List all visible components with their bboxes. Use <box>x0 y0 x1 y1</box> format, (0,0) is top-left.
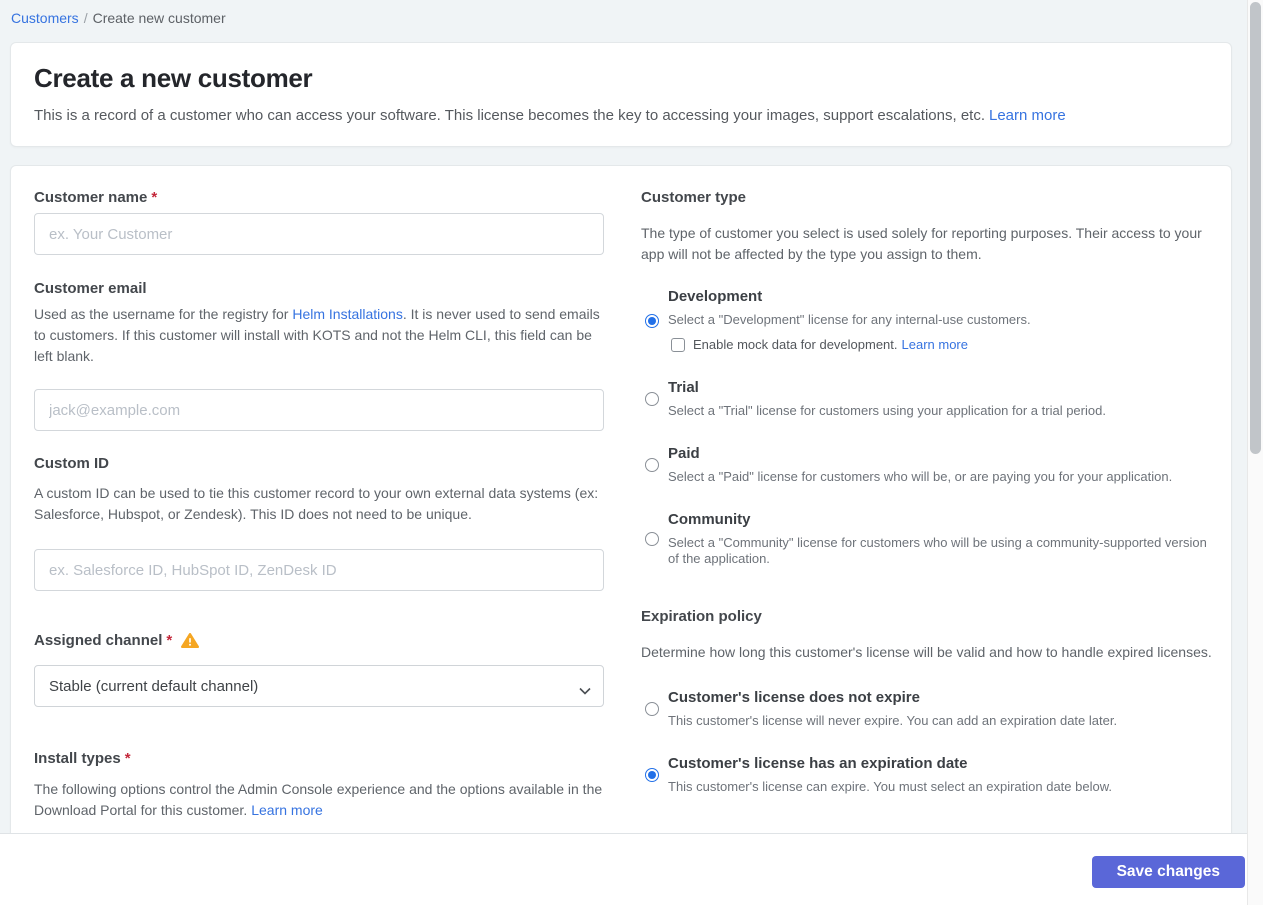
mock-data-checkbox[interactable] <box>671 337 685 352</box>
development-option-title: Development <box>668 288 763 305</box>
expiration-option-has-date: Customer's license has an expiration dat… <box>641 756 1215 795</box>
trial-option-title: Trial <box>668 379 699 396</box>
has-date-option-body: Customer's license has an expiration dat… <box>668 756 1112 795</box>
paid-option-description: Select a "Paid" license for customers wh… <box>668 469 1173 484</box>
customer-type-option-community: Community Select a "Community" license f… <box>641 512 1215 567</box>
customer-type-description: The type of customer you select is used … <box>641 225 1202 262</box>
save-changes-button[interactable]: Save changes <box>1091 856 1245 888</box>
license-no-expire-radio[interactable] <box>645 702 659 716</box>
page-scrollbar[interactable] <box>1247 0 1263 905</box>
has-date-option-description: This customer's license can expire. You … <box>668 779 1112 794</box>
expiration-policy-description: Determine how long this customer's licen… <box>641 644 1212 660</box>
customer-name-label-text: Customer name <box>34 189 148 206</box>
breadcrumb: Customers / Create new customer <box>0 0 1263 42</box>
no-expire-option-body: Customer's license does not expire This … <box>668 690 1117 729</box>
customer-type-option-trial: Trial Select a "Trial" license for custo… <box>641 380 1215 419</box>
breadcrumb-customers-link[interactable]: Customers <box>11 10 79 26</box>
page-title: Create a new customer <box>34 63 313 93</box>
community-radio[interactable] <box>645 532 659 546</box>
customer-email-label-text: Customer email <box>34 280 147 297</box>
development-option-description: Select a "Development" license for any i… <box>668 312 1031 327</box>
page-description: This is a record of a customer who can a… <box>34 107 1208 124</box>
custom-id-description: A custom ID can be used to tie this cust… <box>34 485 599 522</box>
expiration-policy-heading: Expiration policy <box>641 608 762 625</box>
customer-email-input[interactable] <box>34 389 604 431</box>
customer-name-label: Customer name * <box>34 190 604 205</box>
customer-email-label: Customer email <box>34 281 604 296</box>
custom-id-label-text: Custom ID <box>34 455 109 472</box>
customer-type-option-development: Development Select a "Development" licen… <box>641 289 1215 352</box>
assigned-channel-select[interactable]: Stable (current default channel) <box>34 665 604 707</box>
install-types-description: The following options control the Admin … <box>34 779 604 821</box>
mock-data-checkbox-label: Enable mock data for development. Learn m… <box>693 337 968 352</box>
paid-option-title: Paid <box>668 445 700 462</box>
page-description-text: This is a record of a customer who can a… <box>34 107 985 124</box>
trial-option-description: Select a "Trial" license for customers u… <box>668 403 1106 418</box>
customer-name-input[interactable] <box>34 213 604 255</box>
mock-data-checkbox-row: Enable mock data for development. Learn m… <box>671 337 1031 352</box>
development-option-body: Development Select a "Development" licen… <box>668 289 1031 352</box>
form-left-column: Customer name* Customer email Used as th… <box>34 190 604 833</box>
customer-type-heading: Customer type <box>641 189 747 206</box>
breadcrumb-separator: / <box>83 10 88 26</box>
assigned-channel-label: Assigned channel * <box>34 632 604 649</box>
development-radio[interactable] <box>645 314 659 328</box>
customer-email-desc-before: Used as the username for the registry fo… <box>34 306 293 322</box>
required-asterisk: * <box>151 189 158 206</box>
license-expiration-date-radio[interactable] <box>645 768 659 782</box>
required-asterisk: * <box>124 750 131 767</box>
custom-id-label: Custom ID <box>34 456 604 471</box>
community-option-description: Select a "Community" license for custome… <box>668 535 1207 566</box>
expiration-option-no-expire: Customer's license does not expire This … <box>641 690 1215 729</box>
required-asterisk: * <box>166 632 173 649</box>
mock-data-learn-more-link[interactable]: Learn more <box>902 337 968 352</box>
customer-email-description: Used as the username for the registry fo… <box>34 304 604 367</box>
no-expire-option-description: This customer's license will never expir… <box>668 713 1118 728</box>
install-types-label-text: Install types <box>34 750 121 767</box>
form-right-column: Customer type The type of customer you s… <box>641 190 1215 833</box>
install-types-label: Install types * <box>34 751 604 766</box>
paid-option-body: Paid Select a "Paid" license for custome… <box>668 446 1172 485</box>
no-expire-option-title: Customer's license does not expire <box>668 689 920 706</box>
custom-id-input[interactable] <box>34 549 604 591</box>
page-header-card: Create a new customer This is a record o… <box>10 42 1232 147</box>
paid-radio[interactable] <box>645 458 659 472</box>
helm-installations-link[interactable]: Helm Installations <box>292 306 403 322</box>
install-types-learn-more-link[interactable]: Learn more <box>251 802 323 818</box>
mock-data-label-text: Enable mock data for development. <box>693 337 898 352</box>
community-option-title: Community <box>668 511 751 528</box>
community-option-body: Community Select a "Community" license f… <box>668 512 1215 567</box>
warning-icon <box>181 632 200 649</box>
trial-option-body: Trial Select a "Trial" license for custo… <box>668 380 1106 419</box>
scrollbar-thumb[interactable] <box>1250 2 1261 454</box>
has-date-option-title: Customer's license has an expiration dat… <box>668 755 968 772</box>
breadcrumb-current: Create new customer <box>92 10 226 26</box>
form-footer: Save changes <box>0 833 1247 905</box>
customer-form-card: Customer name* Customer email Used as th… <box>10 165 1232 833</box>
header-learn-more-link[interactable]: Learn more <box>989 107 1066 124</box>
trial-radio[interactable] <box>645 392 659 406</box>
customer-type-option-paid: Paid Select a "Paid" license for custome… <box>641 446 1215 485</box>
assigned-channel-label-text: Assigned channel <box>34 632 163 649</box>
